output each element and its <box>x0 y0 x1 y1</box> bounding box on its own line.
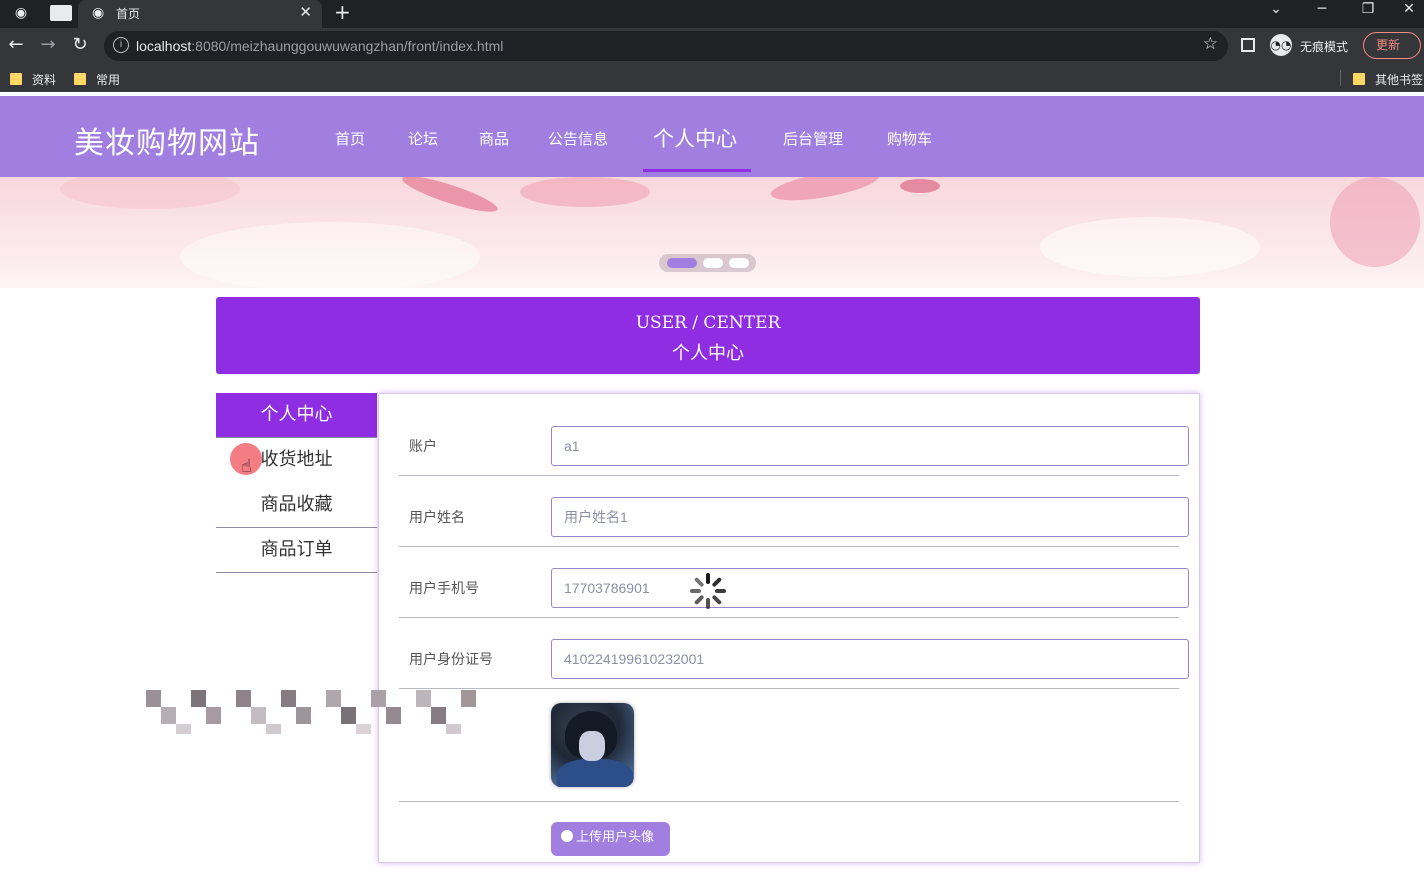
phone-input[interactable] <box>551 568 1189 608</box>
address-bar[interactable]: i localhost:8080/meizhaunggouwuwangzhan/… <box>104 31 1228 61</box>
url-text[interactable]: localhost:8080/meizhaunggouwuwangzhan/fr… <box>136 38 503 54</box>
nav-announcements[interactable]: 公告信息 <box>548 128 608 149</box>
nav-home[interactable]: 首页 <box>335 128 365 149</box>
side-menu-orders[interactable]: 商品订单 <box>216 528 377 573</box>
globe-icon[interactable]: ◉ <box>12 4 30 22</box>
name-label: 用户姓名 <box>409 510 465 526</box>
folder-icon <box>10 73 22 85</box>
new-tab-icon[interactable]: + <box>334 0 351 24</box>
form-row-phone: 用户手机号 <box>399 547 1189 618</box>
forward-icon[interactable]: → <box>37 34 59 56</box>
section-title-cn: 个人中心 <box>672 343 744 364</box>
hand-cursor-icon: ☝ <box>241 456 252 477</box>
close-tab-icon[interactable]: ✕ <box>299 3 312 21</box>
banner-petal <box>768 177 882 207</box>
banner-petal <box>399 177 501 219</box>
section-title-box: USER / CENTER 个人中心 <box>216 297 1200 374</box>
side-menu-favorites[interactable]: 商品收藏 <box>216 483 377 528</box>
nav-forum[interactable]: 论坛 <box>408 128 438 149</box>
carousel-indicators <box>659 254 756 272</box>
update-button[interactable]: 更新 <box>1363 32 1421 59</box>
folder-icon <box>1353 73 1365 85</box>
browser-tab-bar: ◉ ◉ 首页 ✕ + ⌄ ─ ❐ ✕ <box>0 0 1424 28</box>
incognito-label: 无痕模式 <box>1300 40 1349 54</box>
bookmark-folder-ziliao[interactable]: 资料 <box>10 71 56 88</box>
phone-label: 用户手机号 <box>409 581 479 597</box>
banner-petal <box>520 177 650 207</box>
other-bookmarks[interactable]: 其他书签 <box>1353 71 1423 88</box>
form-row-idcard: 用户身份证号 <box>399 618 1189 689</box>
site-header: 美妆购物网站 首页 论坛 商品 公告信息 个人中心 后台管理 购物车 <box>0 96 1424 177</box>
pixelated-watermark <box>146 690 482 740</box>
account-input[interactable] <box>551 426 1189 466</box>
bookmark-star-icon[interactable]: ☆ <box>1203 34 1218 54</box>
restore-icon[interactable]: ❐ <box>1348 0 1388 28</box>
form-row-account: 账户 <box>399 394 1189 476</box>
idcard-label: 用户身份证号 <box>409 652 493 668</box>
active-nav-indicator <box>643 169 751 172</box>
browser-toolbar: ← → ↻ i localhost:8080/meizhaunggouwuwan… <box>0 28 1424 64</box>
nav-user-center[interactable]: 个人中心 <box>653 123 737 153</box>
user-side-menu: 个人中心 收货地址 商品收藏 商品订单 <box>216 393 377 573</box>
carousel-dot-2[interactable] <box>703 258 723 268</box>
banner-petal <box>900 179 940 193</box>
upload-icon <box>561 830 573 842</box>
site-info-icon[interactable]: i <box>113 37 129 53</box>
nav-cart[interactable]: 购物车 <box>887 128 932 149</box>
browser-tab-active[interactable]: ◉ 首页 ✕ <box>78 0 322 28</box>
carousel-dot-1[interactable] <box>667 258 697 268</box>
tab-search-icon[interactable]: ⌄ <box>1256 0 1296 28</box>
banner-carousel[interactable] <box>0 177 1424 288</box>
banner-petal <box>1040 217 1260 277</box>
incognito-icon[interactable]: ◔◔ <box>1270 34 1292 56</box>
bookmarks-divider <box>1340 70 1341 86</box>
side-panel-icon[interactable] <box>1241 38 1255 52</box>
carousel-dot-3[interactable] <box>729 258 749 268</box>
form-row-upload: 上传用户头像 <box>399 802 1179 872</box>
tab-group-icon[interactable] <box>50 5 72 21</box>
banner-petal <box>1330 177 1420 267</box>
reload-icon[interactable]: ↻ <box>69 34 91 56</box>
section-title-en: USER / CENTER <box>635 313 781 333</box>
form-row-avatar <box>399 689 1179 802</box>
avatar <box>551 703 634 787</box>
bookmark-folder-changyong[interactable]: 常用 <box>74 71 120 88</box>
close-window-icon[interactable]: ✕ <box>1394 0 1424 28</box>
minimize-icon[interactable]: ─ <box>1302 0 1342 28</box>
globe-icon: ◉ <box>92 5 105 21</box>
user-info-form: 账户 用户姓名 用户手机号 用户身份证号 上传用户头像 <box>378 393 1200 863</box>
banner-petal <box>180 222 480 288</box>
account-label: 账户 <box>409 439 437 455</box>
avatar-coat <box>557 759 633 787</box>
loading-spinner-icon <box>690 573 726 609</box>
banner-petal <box>60 177 240 209</box>
back-icon[interactable]: ← <box>5 34 27 56</box>
nav-products[interactable]: 商品 <box>479 128 509 149</box>
folder-icon <box>74 73 86 85</box>
form-row-name: 用户姓名 <box>399 476 1189 547</box>
avatar-face <box>579 731 605 761</box>
site-logo[interactable]: 美妆购物网站 <box>74 118 260 162</box>
name-input[interactable] <box>551 497 1189 537</box>
bookmarks-bar: 资料 常用 其他书签 <box>0 64 1424 92</box>
nav-admin[interactable]: 后台管理 <box>783 128 843 149</box>
idcard-input[interactable] <box>551 639 1189 679</box>
upload-avatar-button[interactable]: 上传用户头像 <box>551 822 670 856</box>
side-menu-user-center[interactable]: 个人中心 <box>216 393 377 438</box>
tab-title: 首页 <box>116 7 141 21</box>
